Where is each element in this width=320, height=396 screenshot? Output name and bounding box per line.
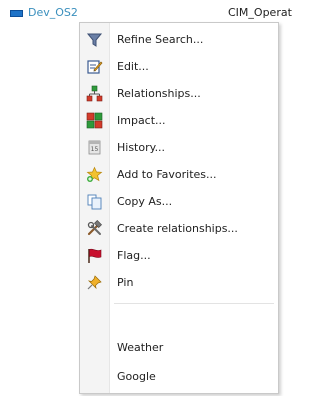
edit-icon — [86, 58, 103, 75]
tools-icon — [86, 220, 103, 237]
menu-item-impact[interactable]: Impact... — [80, 109, 278, 133]
funnel-icon — [86, 31, 103, 48]
menu-item-pin[interactable]: Pin — [80, 271, 278, 295]
copy-icon — [86, 193, 103, 210]
flag-icon — [86, 247, 103, 264]
impact-icon — [86, 112, 103, 129]
menu-item-flag[interactable]: Flag... — [80, 244, 278, 268]
server-icon — [10, 10, 23, 17]
menu-item-create-relationships[interactable]: Create relationships... — [80, 217, 278, 241]
menu-item-edit[interactable]: Edit... — [80, 55, 278, 79]
menu-item-history[interactable]: 15 History... — [80, 136, 278, 160]
add-favorite-icon — [86, 166, 103, 183]
menu-item-relationships[interactable]: Relationships... — [80, 82, 278, 106]
relationships-icon — [86, 85, 103, 102]
menu-item-add-to-favorites[interactable]: Add to Favorites... — [80, 163, 278, 187]
row-type: CIM_Operat — [228, 6, 292, 19]
menu-separator — [114, 303, 274, 304]
svg-text:15: 15 — [91, 146, 99, 153]
menu-item-weather[interactable]: Weather — [80, 336, 278, 360]
context-menu: Refine Search... Edit... Relationships..… — [79, 22, 279, 394]
pin-icon — [86, 274, 103, 291]
menu-item-google[interactable]: Google — [80, 365, 278, 389]
results-row[interactable]: Dev_OS2 CIM_Operat — [0, 0, 292, 22]
history-icon: 15 — [86, 139, 103, 156]
row-name[interactable]: Dev_OS2 — [28, 6, 78, 19]
menu-item-copy-as[interactable]: Copy As... — [80, 190, 278, 214]
menu-item-refine-search[interactable]: Refine Search... — [80, 28, 278, 52]
